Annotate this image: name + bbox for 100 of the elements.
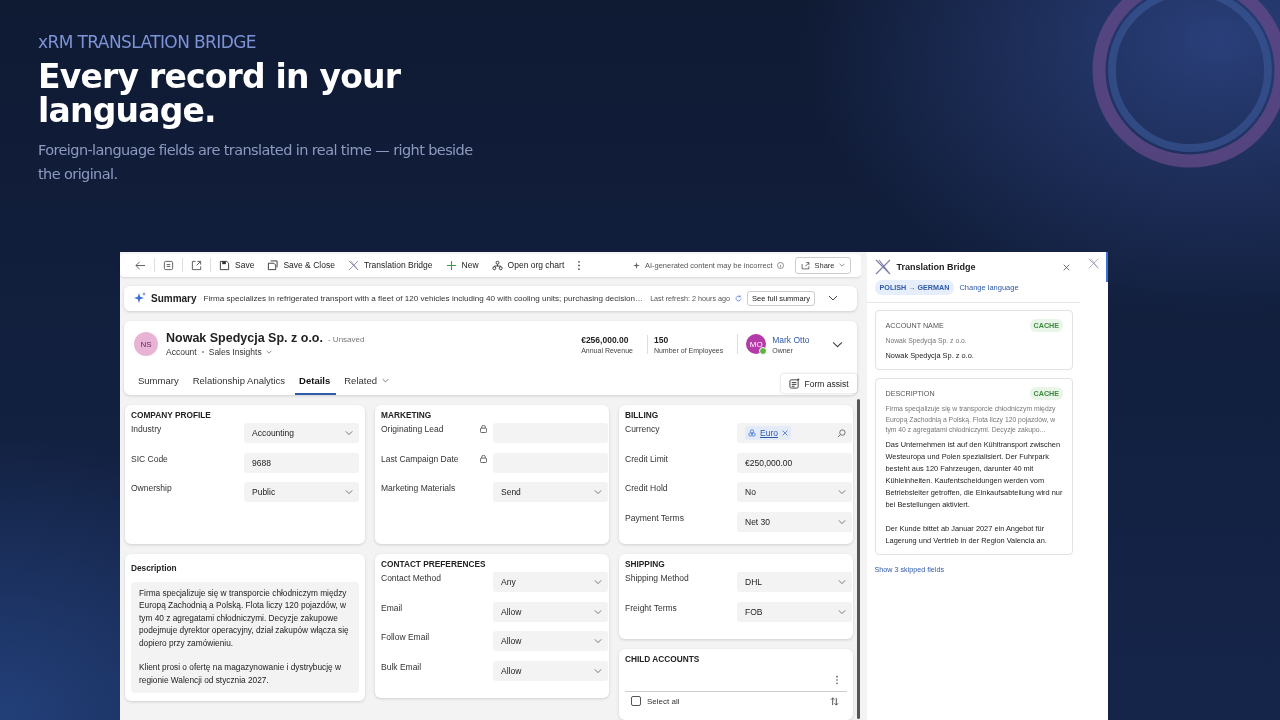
close-icon[interactable] [1063,263,1071,271]
lock-icon [480,454,487,463]
dropdown-field[interactable]: Send [493,482,608,502]
input-field[interactable]: €250,000.00 [737,452,852,473]
description-field[interactable]: Firma specjalizuje się w transporcie chłodniczym między Europą Zachodnią a Polską. Flota liczy 120 pojazdów, w tym 40 z agregatami chłodniczymi. Decyzje zakupowe podejmuje dyrektor operacyjny, dział zakupów włącza się dopiero przy zamówieniu. Klient prosi o ofertę na magazynowanie i dystrybucję w regionie Walencji od stycznia 2027. [131,582,359,694]
dropdown-field[interactable]: Net 30 [737,511,852,532]
section-title: CHILD ACCOUNTS [625,654,701,666]
field-label: SIC Code [131,452,168,464]
entity-type: Account [166,347,197,357]
input-field[interactable] [493,452,608,473]
plus-icon [445,259,457,271]
input-field[interactable]: 9688 [244,452,359,473]
owner-avatar: MO [746,334,767,354]
field-label: Marketing Materials [381,482,456,493]
dropdown-field[interactable]: Public [244,482,359,502]
dropdown-field[interactable]: Any [493,572,608,592]
record-tab[interactable]: Details [295,375,337,395]
lookup-field[interactable]: Euro [737,423,852,443]
field-label: Shipping Method [625,572,689,583]
dropdown-field[interactable]: Allow [493,660,608,681]
section-title: MARKETING [381,410,433,422]
form-selector[interactable]: Sales Insights [208,347,272,357]
chevron-down-icon [838,262,845,269]
field-label: Email [381,601,403,613]
chevron-down-icon [838,607,846,616]
chevron-down-icon [594,488,602,496]
summary-title: Summary [151,292,197,304]
crossed-lines-icon [347,259,359,271]
dropdown-field[interactable]: Accounting [244,423,359,443]
input-field[interactable] [493,423,608,443]
toolbar-action[interactable]: Translation Bridge [342,256,438,274]
sort-icon[interactable] [830,696,839,706]
lock-icon [480,425,487,433]
dropdown-field[interactable]: Allow [493,631,608,651]
field-label: Credit Hold [625,482,668,493]
toolbar-action[interactable]: Save & Close [262,256,340,274]
chevron-down-icon [594,607,602,616]
chevron-down-icon [345,429,353,437]
popout-icon [191,259,202,271]
section-title: CONTACT PREFERENCES [381,559,487,571]
back-arrow-icon [135,259,146,271]
info-icon [777,261,785,269]
save-status: - Unsaved [328,335,365,344]
record-tab[interactable]: Related [340,375,395,395]
section-title: COMPANY PROFILE [131,410,212,422]
record-tab[interactable]: Relationship Analytics [188,375,292,395]
dropdown-field[interactable]: No [737,482,852,502]
crossed-lines-icon[interactable] [1087,258,1099,269]
owner-link[interactable]: Mark Otto [772,334,810,345]
headline: Every record in your language. [38,60,402,128]
field-label: Industry [131,423,162,434]
record-tab[interactable]: Summary [134,375,185,395]
field-label: Last Campaign Date [381,452,459,464]
chevron-down-icon [345,488,353,496]
eyebrow-text: xRM TRANSLATION BRIDGE [38,32,257,52]
form-icon [163,259,174,271]
field-label: Bulk Email [381,660,422,672]
chevron-down-icon [594,666,602,675]
panel-title: Translation Bridge [896,262,976,272]
form-assist-button[interactable]: Form assist [780,374,857,393]
more-icon [577,259,582,271]
chevron-down-icon [838,517,846,526]
more-icon[interactable] [835,675,839,685]
dropdown-field[interactable]: FOB [737,601,852,622]
field-label: Freight Terms [625,601,677,613]
field-label: Follow Email [381,631,430,642]
checkbox[interactable] [631,696,641,706]
toolbar-action[interactable]: New [440,256,484,274]
dropdown-field[interactable]: Allow [493,601,608,622]
record-avatar: NS [134,332,158,356]
stat-value: 150 [653,334,670,345]
field-label: Currency [625,423,660,434]
share-icon [801,260,811,270]
scrollbar[interactable] [857,399,860,719]
toolbar-action[interactable]: Save [214,256,260,274]
chevron-down-icon [382,377,389,384]
chevron-down-icon [838,488,846,496]
chevron-down-icon [594,637,602,645]
remove-icon[interactable] [781,430,788,436]
org-chart-icon [491,259,503,271]
field-label: Payment Terms [625,511,684,523]
subtitle-text: Foreign-language fields are translated in real time — right beside the original. [38,141,474,184]
save-close-icon [267,259,279,271]
search-icon[interactable] [837,428,846,438]
crossed-lines-icon [874,259,891,275]
stat-value: €256,000.00 [581,334,630,345]
section-title: SHIPPING [625,559,666,571]
field-label: Ownership [131,482,172,493]
toolbar-action[interactable]: Open org chart [486,256,570,274]
field-label: Credit Limit [625,452,668,464]
chevron-down-icon [265,349,272,355]
record-name: Nowak Spedycja Sp. z o.o. [166,331,323,345]
sparkle-icon [632,261,640,269]
refresh-icon[interactable] [735,294,743,302]
summary-text: Firma specializes in refrigerated transport with a fleet of 120 vehicles including 40 with cooling units; purchasing decision… [203,293,644,303]
section-title: Description [131,563,178,575]
section-title: BILLING [625,410,660,422]
field-label: Contact Method [381,572,441,583]
dropdown-field[interactable]: DHL [737,572,852,592]
form-assist-icon [788,378,800,389]
